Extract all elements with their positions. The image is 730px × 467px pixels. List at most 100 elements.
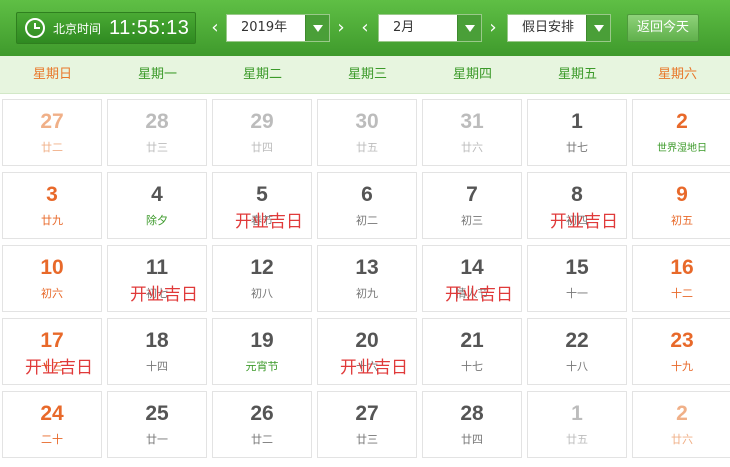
day-cell[interactable]: 2 世界湿地日	[632, 99, 730, 166]
day-number: 22	[565, 329, 589, 352]
day-number: 29	[250, 110, 274, 133]
clock-time: 11:55:13	[109, 16, 190, 39]
day-cell[interactable]: 20 十六 开业吉日	[317, 318, 417, 385]
day-cell[interactable]: 1 廿五	[527, 391, 627, 458]
auspicious-day-tag: 开业吉日	[130, 285, 198, 305]
day-cell[interactable]: 25 廿一	[107, 391, 207, 458]
lunar-date: 元宵节	[245, 360, 279, 373]
day-cell[interactable]: 16 十二	[632, 245, 730, 312]
day-cell[interactable]: 26 廿二	[212, 391, 312, 458]
day-cell[interactable]: 29 廿四	[212, 99, 312, 166]
chevron-down-icon[interactable]	[586, 15, 610, 41]
day-cell[interactable]: 15 十一	[527, 245, 627, 312]
year-select-value: 2019年	[241, 20, 288, 35]
day-grid: 27 廿二 28 廿三 29 廿四 30 廿五 31 廿六 1 廿七 2 世界湿地日 3 廿九 4 除夕 5 春节 开业…	[0, 94, 730, 467]
day-cell[interactable]: 6 初二	[317, 172, 417, 239]
day-number: 4	[151, 183, 163, 206]
day-number: 14	[460, 256, 484, 279]
day-cell[interactable]: 31 廿六	[422, 99, 522, 166]
lunar-date: 初五	[671, 214, 693, 227]
back-to-today-button[interactable]: 返回今天	[627, 14, 699, 42]
chevron-down-icon[interactable]	[457, 15, 481, 41]
day-number: 31	[460, 110, 484, 133]
auspicious-day-tag: 开业吉日	[340, 358, 408, 378]
day-cell[interactable]: 3 廿九	[2, 172, 102, 239]
day-cell[interactable]: 27 廿三	[317, 391, 417, 458]
lunar-date: 廿六	[461, 141, 483, 154]
lunar-date: 廿四	[461, 433, 483, 446]
day-number: 13	[355, 256, 379, 279]
day-cell[interactable]: 17 十三 开业吉日	[2, 318, 102, 385]
lunar-date: 廿五	[356, 141, 378, 154]
weekday-monday: 星期一	[137, 67, 177, 82]
day-cell[interactable]: 28 廿三	[107, 99, 207, 166]
next-month-arrow-icon[interactable]: ›	[486, 14, 500, 42]
day-number: 30	[355, 110, 379, 133]
day-cell[interactable]: 24 二十	[2, 391, 102, 458]
day-cell[interactable]: 27 廿二	[2, 99, 102, 166]
day-number: 9	[676, 183, 688, 206]
day-cell[interactable]: 10 初六	[2, 245, 102, 312]
lunar-date: 初八	[251, 287, 273, 300]
day-number: 6	[361, 183, 373, 206]
day-number: 16	[670, 256, 694, 279]
day-cell[interactable]: 13 初九	[317, 245, 417, 312]
lunar-date: 十一	[566, 287, 588, 300]
lunar-date: 廿七	[566, 141, 588, 154]
weekday-friday: 星期五	[557, 67, 597, 82]
day-cell[interactable]: 12 初八	[212, 245, 312, 312]
day-cell[interactable]: 18 十四	[107, 318, 207, 385]
day-number: 15	[565, 256, 589, 279]
day-number: 17	[40, 329, 64, 352]
day-cell[interactable]: 7 初三	[422, 172, 522, 239]
day-number: 27	[40, 110, 64, 133]
auspicious-day-tag: 开业吉日	[550, 212, 618, 232]
prev-year-arrow-icon[interactable]: ‹	[208, 14, 222, 42]
day-number: 3	[46, 183, 58, 206]
weekday-saturday: 星期六	[657, 67, 697, 82]
lunar-date: 廿三	[146, 141, 168, 154]
day-cell[interactable]: 4 除夕	[107, 172, 207, 239]
lunar-date: 十七	[461, 360, 483, 373]
lunar-date: 廿二	[251, 433, 273, 446]
day-number: 27	[355, 402, 379, 425]
next-year-arrow-icon[interactable]: ›	[334, 14, 348, 42]
year-select[interactable]: 2019年	[226, 14, 330, 42]
day-cell[interactable]: 11 初七 开业吉日	[107, 245, 207, 312]
day-number: 5	[256, 183, 268, 206]
day-cell[interactable]: 1 廿七	[527, 99, 627, 166]
lunar-date: 十八	[566, 360, 588, 373]
lunar-date: 二十	[41, 433, 63, 446]
lunar-date: 初六	[41, 287, 63, 300]
weekday-header: 星期日 星期一 星期二 星期三 星期四 星期五 星期六	[0, 56, 730, 94]
day-number: 28	[460, 402, 484, 425]
day-number: 2	[676, 402, 688, 425]
day-cell[interactable]: 8 初四 开业吉日	[527, 172, 627, 239]
day-number: 21	[460, 329, 484, 352]
day-cell[interactable]: 14 情人节 开业吉日	[422, 245, 522, 312]
day-number: 1	[571, 402, 583, 425]
month-select[interactable]: 2月	[378, 14, 482, 42]
lunar-date: 廿二	[41, 141, 63, 154]
lunar-date: 十四	[146, 360, 168, 373]
day-cell[interactable]: 28 廿四	[422, 391, 522, 458]
chevron-down-icon[interactable]	[305, 15, 329, 41]
day-cell[interactable]: 2 廿六	[632, 391, 730, 458]
day-cell[interactable]: 22 十八	[527, 318, 627, 385]
day-number: 20	[355, 329, 379, 352]
auspicious-day-tag: 开业吉日	[25, 358, 93, 378]
beijing-clock: 北京时间 11:55:13	[16, 12, 196, 44]
day-number: 24	[40, 402, 64, 425]
day-cell[interactable]: 23 十九	[632, 318, 730, 385]
holiday-select[interactable]: 假日安排	[507, 14, 611, 42]
prev-month-arrow-icon[interactable]: ‹	[358, 14, 372, 42]
day-cell[interactable]: 9 初五	[632, 172, 730, 239]
clock-icon	[25, 18, 45, 38]
day-cell[interactable]: 19 元宵节	[212, 318, 312, 385]
day-cell[interactable]: 21 十七	[422, 318, 522, 385]
holiday-select-value: 假日安排	[522, 20, 575, 35]
day-cell[interactable]: 5 春节 开业吉日	[212, 172, 312, 239]
day-cell[interactable]: 30 廿五	[317, 99, 417, 166]
clock-label: 北京时间	[53, 21, 102, 36]
calendar-header: 北京时间 11:55:13 ‹ 2019年 › ‹ 2月 › 假日安排 返回今天	[0, 0, 730, 56]
